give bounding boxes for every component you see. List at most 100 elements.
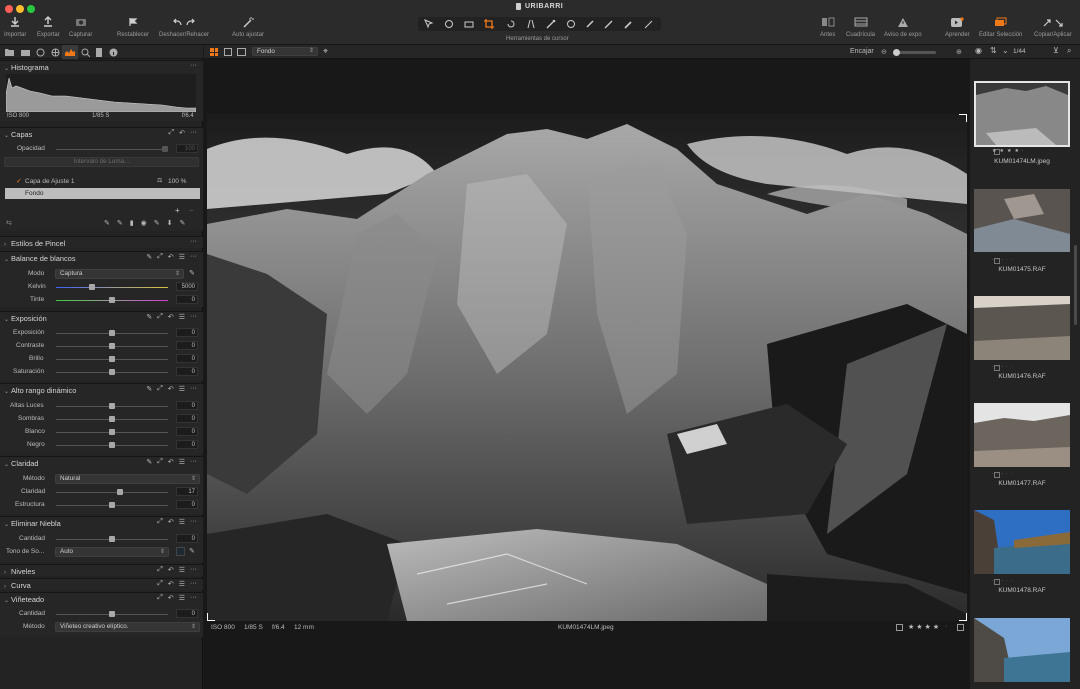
reset-icon[interactable]: ↶ — [168, 385, 174, 393]
thumbnail-1-rating[interactable]: ★★★★· — [992, 148, 1027, 154]
thumbnail-2-rating[interactable]: ····· — [992, 257, 1015, 263]
white-value[interactable]: 0 — [176, 427, 198, 436]
add-layer-icon[interactable]: + — [175, 206, 180, 215]
menu-icon[interactable]: ··· — [190, 518, 197, 526]
browser-search-icon[interactable]: ⌕ — [1067, 46, 1071, 56]
structure-slider[interactable] — [56, 502, 168, 508]
dehaze-amount-slider[interactable] — [56, 536, 168, 542]
viewer-star-rating[interactable]: ★★★★ — [908, 623, 941, 631]
clarity-header-icons[interactable]: ✎ ⤢ ↶ ☰ ··· — [146, 458, 197, 466]
viewer-rating-dot[interactable]: · — [945, 623, 947, 630]
levels-section[interactable]: › Niveles ⤢ ↶ ☰ ··· — [0, 564, 203, 576]
list-icon[interactable]: ☰ — [179, 566, 185, 574]
thumbnail-image-5[interactable] — [974, 510, 1070, 574]
vignette-header-icons[interactable]: ⤢ ↶ ☰ ··· — [157, 594, 197, 602]
dehaze-amount-value[interactable]: 0 — [176, 534, 198, 543]
undo-redo-button[interactable]: Deshacer/Rehacer — [159, 15, 209, 38]
reset-icon[interactable]: ↶ — [168, 253, 174, 261]
levels-header-icons[interactable]: ⤢ ↶ ☰ ··· — [157, 566, 197, 574]
shadows-value[interactable]: 0 — [176, 414, 198, 423]
select-pointer-icon[interactable] — [423, 18, 435, 30]
contrast-value[interactable]: 0 — [176, 341, 198, 350]
copy-icon[interactable]: ⤢ — [157, 594, 163, 602]
thumbnail-2[interactable]: ····· KUM01475.RAF — [974, 189, 1070, 277]
grid-button[interactable]: Cuadrícula — [846, 15, 875, 38]
reset-icon[interactable]: ↶ — [168, 566, 174, 574]
kelvin-slider[interactable] — [56, 284, 168, 290]
vignette-method-select[interactable]: Viñeteo creativo elíptico. ⇕ — [55, 622, 200, 632]
reset-icon[interactable]: ↶ — [168, 458, 174, 466]
curve-section[interactable]: › Curva ⤢ ↶ ☰ ··· — [0, 578, 203, 590]
thumbnail-3-rating[interactable]: ····· — [992, 364, 1015, 370]
menu-icon[interactable]: ··· — [190, 129, 197, 137]
copy-icon[interactable]: ⤢ — [157, 566, 163, 574]
auto-mask-icon[interactable]: ✎ — [117, 219, 123, 227]
radial-mask-icon[interactable]: ◉ — [141, 219, 147, 227]
wb-header-icons[interactable]: ✎ ⤢ ↶ ☰ ··· — [146, 253, 197, 261]
list-icon[interactable]: ☰ — [179, 580, 185, 588]
menu-icon[interactable]: ··· — [190, 594, 197, 602]
shadows-slider[interactable] — [56, 416, 168, 422]
viewer-select-checkbox[interactable] — [896, 624, 903, 631]
details-tab-icon[interactable] — [80, 47, 90, 57]
healing-brush-icon[interactable] — [603, 18, 615, 30]
tint-slider[interactable] — [56, 297, 168, 303]
add-point-icon[interactable]: ⌖ — [323, 46, 328, 57]
zoom-in-icon[interactable]: ⊕ — [956, 48, 962, 56]
eye-icon[interactable]: ◉ — [975, 46, 982, 55]
exposure-warning-button[interactable]: Aviso de expo — [884, 15, 922, 38]
zoom-out-icon[interactable]: ⊖ — [881, 48, 887, 56]
black-slider[interactable] — [56, 442, 168, 448]
exposure-slider[interactable] — [56, 330, 168, 336]
before-button[interactable]: Antes — [820, 15, 835, 38]
crop-corner-bottom-left[interactable] — [207, 613, 215, 621]
picker-icon[interactable]: ✎ — [146, 385, 152, 393]
picker-icon[interactable]: ✎ — [146, 313, 152, 321]
thumbnail-5[interactable]: ····· KUM01478.RAF — [974, 510, 1070, 598]
filter-icon[interactable]: ⌄ — [1002, 46, 1009, 55]
info-tab-icon[interactable] — [108, 47, 118, 57]
erase-mask-icon[interactable]: ✎ — [154, 219, 160, 227]
thumbnail-image-6[interactable] — [974, 618, 1070, 682]
rotate-icon[interactable] — [505, 18, 517, 30]
highlights-value[interactable]: 0 — [176, 401, 198, 410]
highlights-slider[interactable] — [56, 403, 168, 409]
reset-icon[interactable]: ↶ — [168, 518, 174, 526]
reset-icon[interactable]: ↶ — [168, 594, 174, 602]
list-icon[interactable]: ☰ — [179, 253, 185, 261]
capture-tab-icon[interactable] — [20, 47, 30, 57]
menu-icon[interactable]: ··· — [190, 566, 197, 574]
reset-icon[interactable]: ↶ — [168, 580, 174, 588]
black-value[interactable]: 0 — [176, 440, 198, 449]
list-icon[interactable]: ☰ — [179, 518, 185, 526]
thumbnail-image-2[interactable] — [974, 189, 1070, 252]
thumbnail-3[interactable]: ····· KUM01476.RAF — [974, 296, 1070, 384]
copy-icon[interactable]: ⤢ — [169, 129, 175, 137]
curve-header[interactable]: › Curva — [4, 581, 31, 590]
exposure-header[interactable]: ⌄ Exposición — [4, 314, 47, 323]
curve-header-icons[interactable]: ⤢ ↶ ☰ ··· — [157, 580, 197, 588]
color-tab-icon[interactable] — [50, 47, 60, 57]
kelvin-value[interactable]: 5000 — [176, 282, 198, 291]
menu-icon[interactable]: ··· — [190, 458, 197, 466]
layers-header[interactable]: ⌄ Capas — [4, 130, 32, 139]
clarity-value[interactable]: 17 — [176, 487, 198, 496]
list-icon[interactable]: ☰ — [179, 385, 185, 393]
layer-select[interactable]: Fondo ⇕ — [252, 47, 318, 56]
menu-icon[interactable]: ··· — [190, 385, 197, 393]
single-view-icon[interactable] — [224, 48, 232, 56]
learn-button[interactable]: Aprender — [945, 15, 970, 38]
layers-header-icons[interactable]: ⤢ ↶ ··· — [169, 129, 197, 137]
checkmark-icon[interactable]: ✓ — [16, 177, 22, 185]
remove-layer-icon[interactable]: − — [189, 206, 194, 215]
zoom-window-button[interactable] — [27, 5, 35, 13]
list-icon[interactable]: ☰ — [179, 313, 185, 321]
section-menu-icon[interactable]: ··· — [190, 238, 197, 245]
copy-icon[interactable]: ⤢ — [157, 253, 163, 261]
list-icon[interactable]: ☰ — [179, 458, 185, 466]
menu-icon[interactable]: ··· — [190, 253, 197, 261]
loupe-icon[interactable] — [463, 18, 475, 30]
white-balance-header[interactable]: ⌄ Balance de blancos — [4, 254, 76, 263]
viewer-color-tag-icon[interactable] — [957, 624, 964, 631]
grid-view-icon[interactable] — [210, 48, 218, 56]
